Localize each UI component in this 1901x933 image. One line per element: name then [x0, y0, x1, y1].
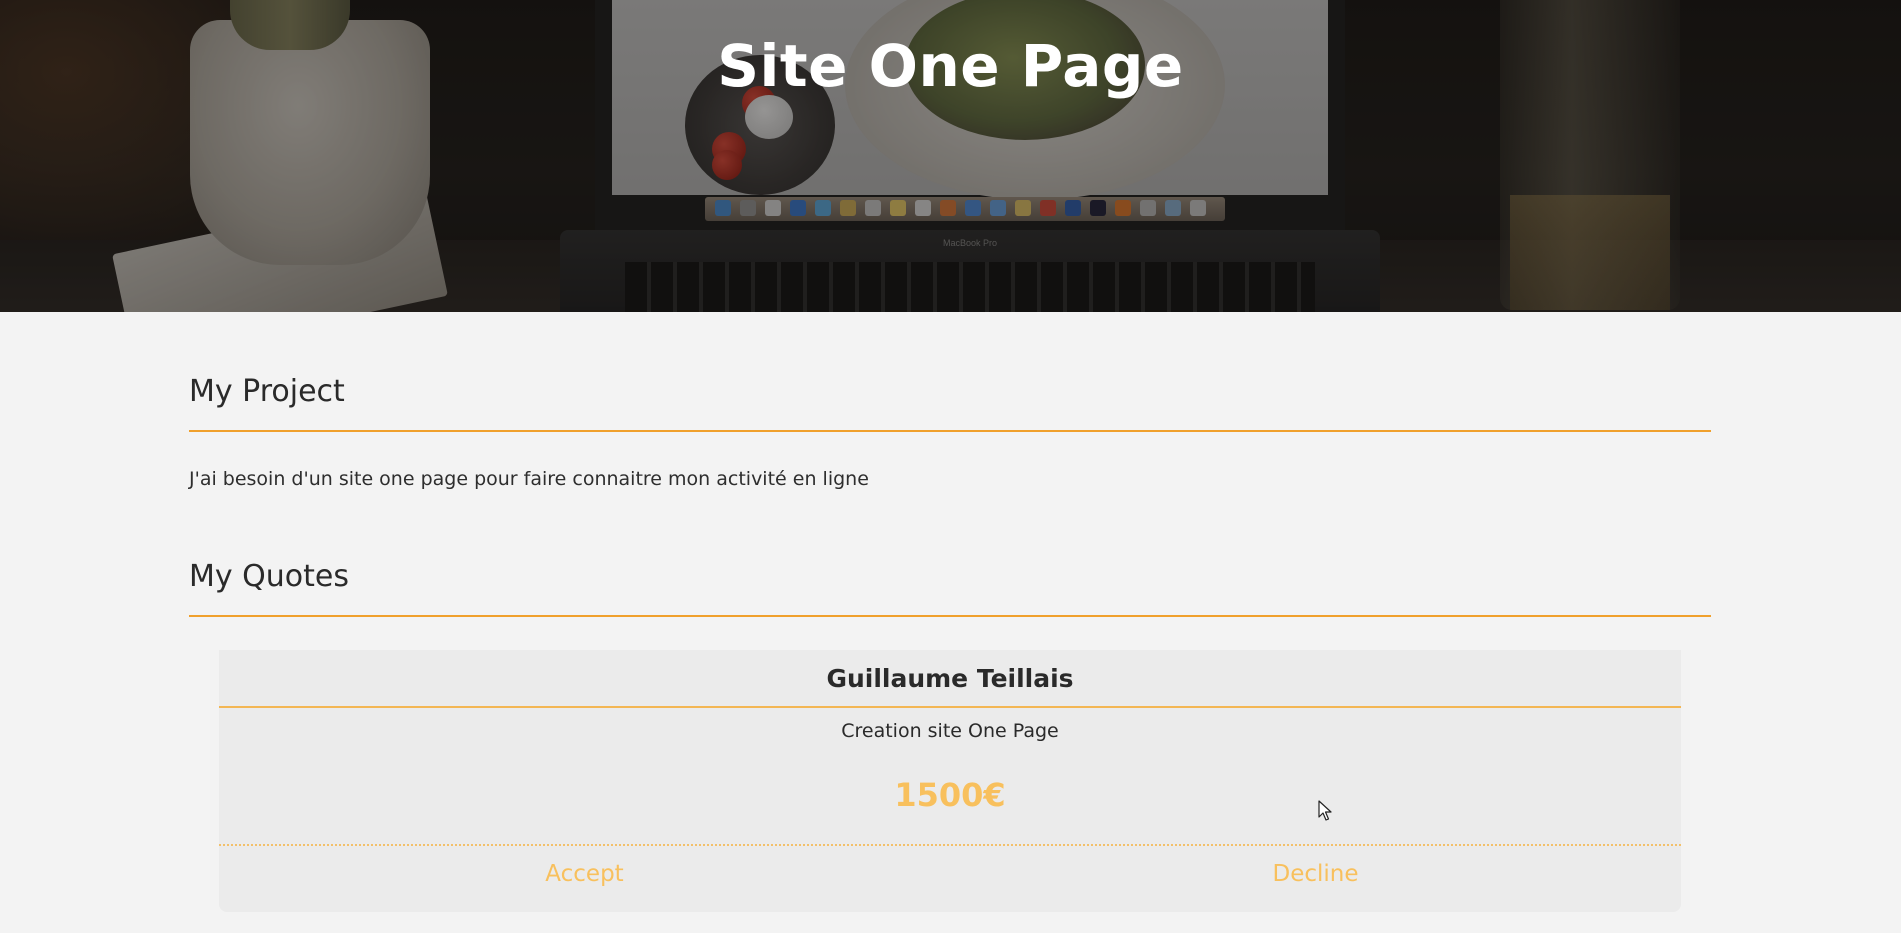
- quote-price: 1500€: [894, 776, 1006, 814]
- project-description: J'ai besoin d'un site one page pour fair…: [189, 468, 869, 490]
- mouse-pointer-icon: [1318, 800, 1332, 821]
- decline-button[interactable]: Decline: [950, 846, 1681, 902]
- page-title: Site One Page: [717, 32, 1184, 100]
- quote-card-body: Creation site One Page 1500€: [219, 708, 1681, 844]
- accept-button[interactable]: Accept: [219, 846, 950, 902]
- project-heading: My Project: [189, 374, 345, 409]
- hero-banner: MacBook Pro Site One Page: [0, 0, 1901, 312]
- quotes-divider: [189, 615, 1711, 617]
- quote-card-header: Guillaume Teillais: [219, 650, 1681, 708]
- project-divider: [189, 430, 1711, 432]
- quotes-heading: My Quotes: [189, 559, 350, 594]
- quote-actions: Accept Decline: [219, 844, 1681, 902]
- quote-card: Guillaume Teillais Creation site One Pag…: [219, 650, 1681, 912]
- quote-description: Creation site One Page: [841, 720, 1059, 742]
- quote-author: Guillaume Teillais: [826, 663, 1074, 693]
